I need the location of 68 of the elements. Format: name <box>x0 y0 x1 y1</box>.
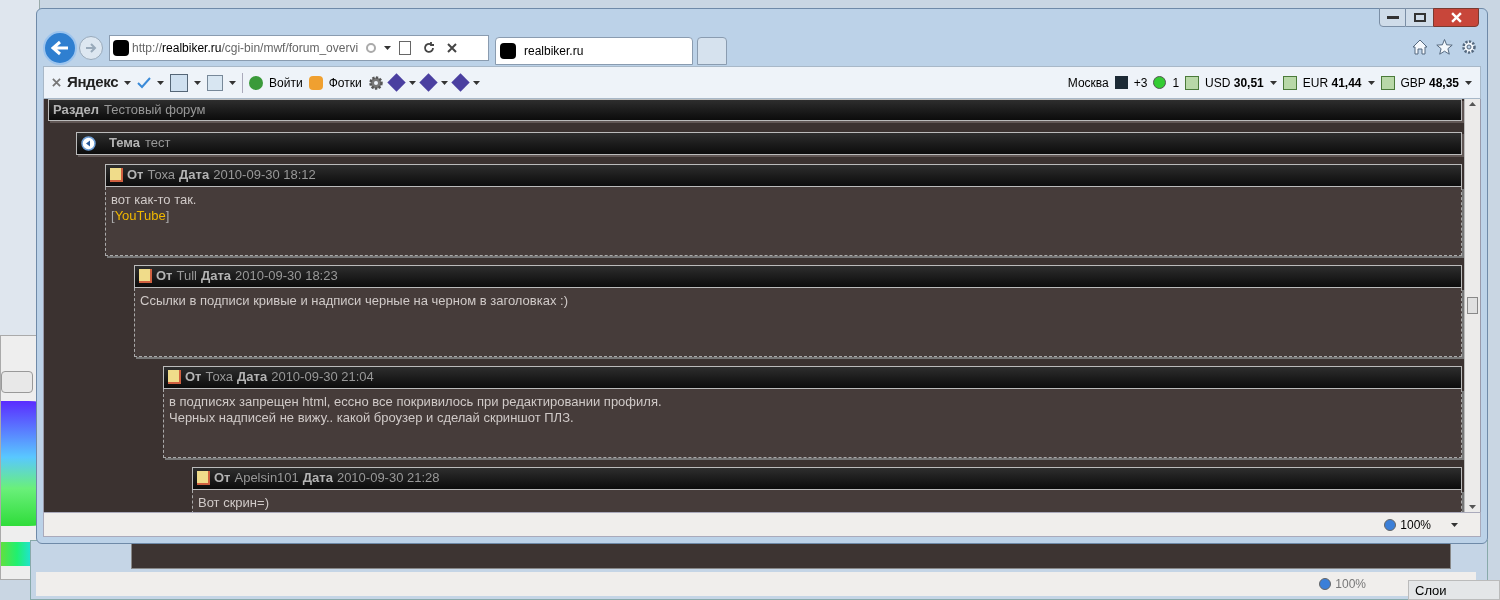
caret-icon[interactable] <box>472 80 480 85</box>
settings-icon[interactable] <box>1461 39 1477 55</box>
tab-title: realbiker.ru <box>524 43 584 60</box>
right-arrow-icon <box>85 43 97 53</box>
stop-icon[interactable] <box>447 43 458 53</box>
post-icon <box>197 471 210 485</box>
caret-icon[interactable] <box>157 80 165 85</box>
post-header: От Tull Дата 2010-09-30 18:23 <box>134 264 1462 288</box>
back-button[interactable] <box>43 31 77 65</box>
caret-icon[interactable] <box>1269 80 1277 85</box>
dropdown-field[interactable] <box>1 371 33 393</box>
post-icon <box>110 168 123 182</box>
caret-icon[interactable] <box>440 80 448 85</box>
close-icon <box>1450 12 1462 23</box>
post-icon <box>139 269 152 283</box>
post-text: Черных надписей не вижу.. какой броузер и сделай скриншот ПЛЗ. <box>169 409 575 426</box>
yandex-button[interactable]: Яндекс <box>67 71 119 94</box>
maximize-button[interactable] <box>1406 8 1433 27</box>
site-icon <box>500 43 516 59</box>
currency-rate[interactable]: EUR 41,44 <box>1302 73 1362 92</box>
caret-icon[interactable] <box>1451 522 1458 527</box>
caret-icon[interactable] <box>1465 80 1472 85</box>
zoom-level[interactable]: 100% <box>1335 575 1366 593</box>
bracket: ] <box>165 207 170 224</box>
close-button[interactable] <box>1433 8 1479 27</box>
home-icon[interactable] <box>1412 39 1428 55</box>
post-header: От Тоха Дата 2010-09-30 21:04 <box>163 365 1462 389</box>
minimize-button[interactable] <box>1379 8 1406 27</box>
scroll-down-icon[interactable] <box>1469 505 1476 509</box>
currency-rate[interactable]: GBP 48,35 <box>1400 73 1459 92</box>
gear-icon[interactable] <box>367 74 384 91</box>
star-icon[interactable] <box>1436 39 1453 55</box>
left-arrow-icon <box>51 40 69 56</box>
close-icon[interactable] <box>52 78 61 87</box>
post-text: вот как-то так. <box>111 191 198 208</box>
zoom-icon[interactable] <box>1319 578 1332 590</box>
address-bar[interactable]: http://realbiker.ru/cgi-bin/mwf/forum_overvi <box>109 35 489 61</box>
spellcheck-icon[interactable] <box>137 76 152 89</box>
caret-icon[interactable] <box>124 80 132 85</box>
login-button[interactable]: Войти <box>269 73 303 92</box>
bracket: [ <box>111 207 115 224</box>
city-label[interactable]: Москва <box>1067 73 1109 92</box>
caret-icon[interactable] <box>1367 80 1375 85</box>
temperature[interactable]: +3 <box>1133 73 1148 92</box>
post-text: Вот скрин=) <box>198 494 270 511</box>
scrollbar[interactable] <box>1464 99 1480 512</box>
zoom-level[interactable]: 100% <box>1400 515 1431 534</box>
caret-icon[interactable] <box>194 80 202 85</box>
topic-header: Тема тест <box>76 131 1462 155</box>
caret-icon[interactable] <box>408 80 416 85</box>
post-text: Ссылки в подписи кривые и надписи черные на черном в заголовках :) <box>140 292 569 309</box>
photos-button[interactable]: Фотки <box>328 73 362 92</box>
site-icon <box>113 40 129 56</box>
post-header: От Тоха Дата 2010-09-30 18:12 <box>105 163 1462 187</box>
post-header: От Apelsin101 Дата 2010-09-30 21:28 <box>192 466 1462 490</box>
browser-tab[interactable]: realbiker.ru <box>495 37 693 65</box>
layers-panel-title: Слои <box>1408 580 1500 600</box>
post-icon <box>168 370 181 384</box>
traffic-level[interactable]: 1 <box>1172 73 1180 92</box>
scrollbar-thumb[interactable] <box>1467 297 1478 314</box>
section-header: Раздел Тестовый форум <box>48 99 1462 121</box>
refresh-icon[interactable] <box>423 42 436 54</box>
caret-icon[interactable] <box>229 80 237 85</box>
currency-rate[interactable]: USD 30,51 <box>1205 73 1264 92</box>
zoom-icon[interactable] <box>1384 518 1397 531</box>
post-text: в подписях запрещен html, ессно все покривилось при редактировании профиля. <box>169 393 663 410</box>
caret-icon[interactable] <box>384 46 392 50</box>
scroll-up-icon[interactable] <box>1469 102 1476 106</box>
